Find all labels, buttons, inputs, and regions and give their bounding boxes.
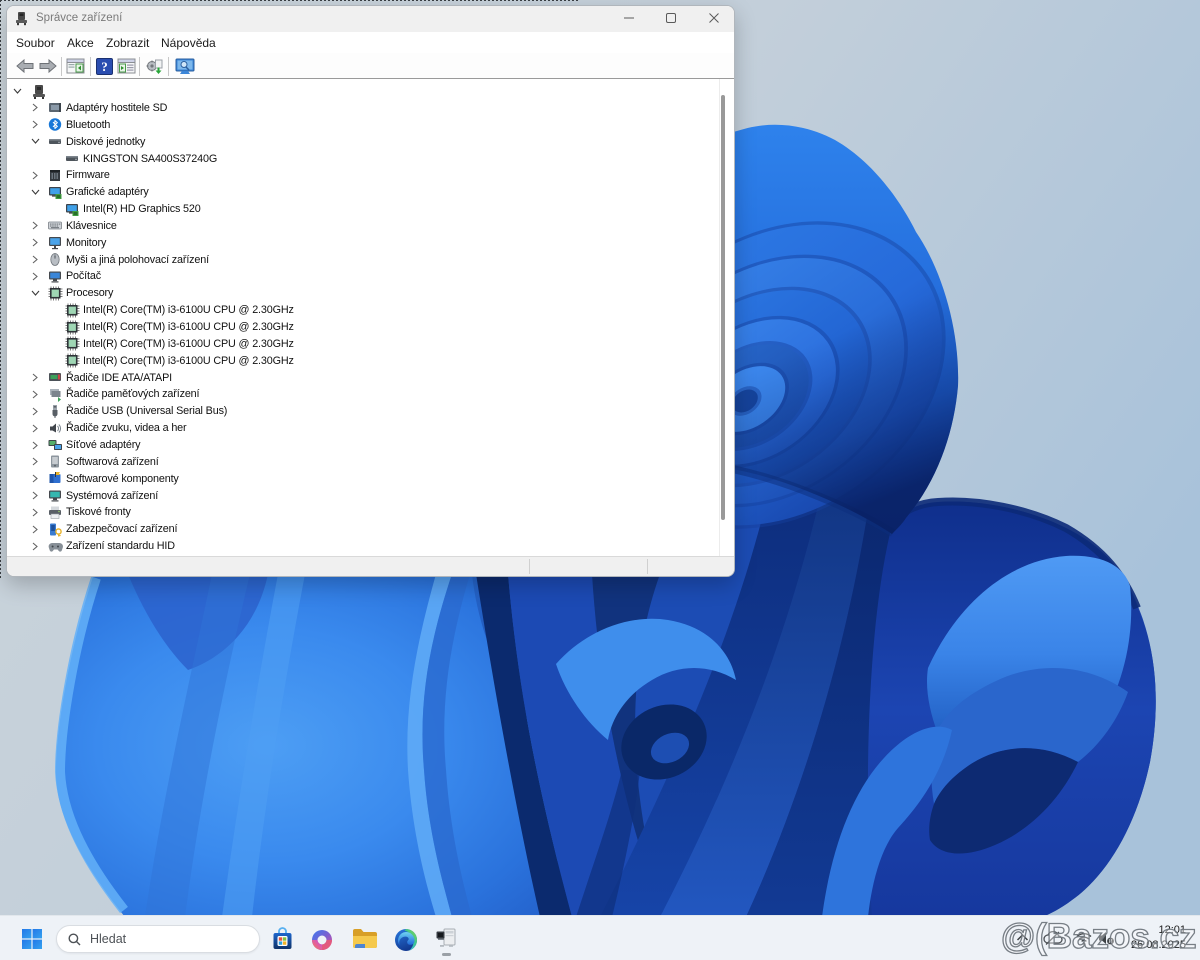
svg-text:?: ?: [101, 59, 108, 74]
svg-text:@(Bazos.cz: @(Bazos.cz: [1001, 917, 1197, 956]
